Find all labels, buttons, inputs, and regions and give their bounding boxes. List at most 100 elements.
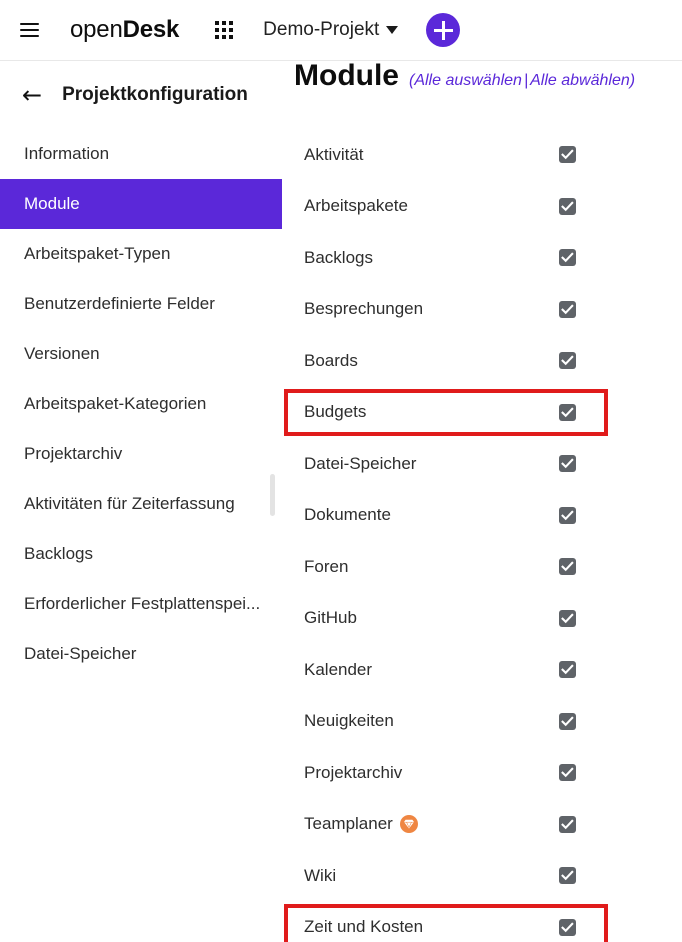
module-label: Arbeitspakete [304, 196, 408, 216]
module-row[interactable]: Arbeitspakete [282, 181, 682, 233]
module-row[interactable]: Teamplaner [282, 799, 682, 851]
sidebar-item-label: Erforderlicher Festplattenspei... [24, 594, 261, 613]
module-name-text: Aktivität [304, 144, 364, 164]
module-row[interactable]: Neuigkeiten [282, 696, 682, 748]
module-checkbox[interactable] [559, 300, 576, 318]
module-row[interactable]: Kalender [282, 644, 682, 696]
module-name-text: Budgets [304, 402, 367, 422]
module-label: Wiki [304, 866, 336, 886]
module-label: Datei-Speicher [304, 454, 416, 474]
brand-light-text: open [70, 16, 123, 43]
sidebar-item-aktivit-ten-f-r-zeiterfassung[interactable]: Aktivitäten für Zeiterfassung [0, 479, 282, 529]
sidebar-item-erforderlicher-festplattenspei[interactable]: Erforderlicher Festplattenspei... [0, 579, 282, 629]
sidebar-item-label: Versionen [24, 344, 100, 363]
links-separator: | [523, 72, 529, 89]
module-row[interactable]: Projektarchiv [282, 747, 682, 799]
module-row[interactable]: Boards [282, 335, 682, 387]
module-checkbox[interactable] [559, 661, 576, 679]
caret-down-icon [386, 26, 399, 34]
hamburger-menu-icon[interactable] [16, 17, 42, 43]
module-checkbox[interactable] [559, 455, 576, 473]
module-checkbox[interactable] [559, 815, 576, 833]
module-checkbox[interactable] [559, 352, 576, 370]
module-row[interactable]: GitHub [282, 593, 682, 645]
sidebar-item-label: Datei-Speicher [24, 644, 137, 663]
module-checkbox[interactable] [559, 867, 576, 885]
module-name-text: Zeit und Kosten [304, 917, 424, 937]
module-name-text: Arbeitspakete [304, 196, 408, 216]
select-all-links: (Alle auswählen | Alle abwählen) [409, 72, 635, 90]
opendesk-logo[interactable]: openDesk [70, 16, 179, 44]
deselect-all-link[interactable]: Alle abwählen) [530, 72, 635, 89]
module-label: Backlogs [304, 248, 373, 268]
sidebar-item-benutzerdefinierte-felder[interactable]: Benutzerdefinierte Felder [0, 279, 282, 329]
module-checkbox[interactable] [559, 506, 576, 524]
arrow-left-icon[interactable]: ← [22, 83, 42, 107]
module-name-text: Kalender [304, 659, 373, 679]
module-row[interactable]: Foren [282, 541, 682, 593]
module-label: Zeit und Kosten [304, 917, 423, 937]
module-label: Neuigkeiten [304, 711, 394, 731]
module-row[interactable]: Besprechungen [282, 284, 682, 336]
module-checkbox[interactable] [559, 918, 576, 936]
main-content: Module (Alle auswählen | Alle abwählen) Ak… [282, 61, 682, 942]
module-row[interactable]: Datei-Speicher [282, 438, 682, 490]
module-row[interactable]: Backlogs [282, 232, 682, 284]
select-all-link[interactable]: (Alle auswählen [409, 72, 522, 89]
module-label: GitHub [304, 608, 357, 628]
add-button[interactable] [426, 13, 461, 47]
module-label: Budgets [304, 402, 366, 422]
sidebar-item-list: Information Module Arbeitspaket-Typen Benut… [0, 129, 282, 679]
sidebar-item-versionen[interactable]: Versionen [0, 329, 282, 379]
sidebar-item-backlogs[interactable]: Backlogs [0, 529, 282, 579]
module-checkbox[interactable] [559, 558, 576, 576]
sidebar-item-arbeitspaket-kategorien[interactable]: Arbeitspaket-Kategorien [0, 379, 282, 429]
module-row[interactable]: Zeit und Kosten [282, 902, 682, 942]
module-name-text: Dokumente [304, 505, 391, 525]
module-name-text: Datei-Speicher [304, 453, 417, 473]
sidebar-item-information[interactable]: Information [0, 129, 282, 179]
project-selector[interactable]: Demo-Projekt [263, 19, 399, 41]
sidebar-item-label: Projektarchiv [24, 444, 123, 463]
module-checkbox[interactable] [559, 403, 576, 421]
module-label: Teamplaner [304, 814, 418, 834]
module-row[interactable]: Dokumente [282, 490, 682, 542]
sidebar-item-label: Arbeitspaket-Kategorien [24, 394, 207, 413]
grid-apps-icon[interactable] [213, 19, 235, 41]
module-row[interactable]: Aktivität [282, 129, 682, 181]
sidebar-item-module[interactable]: Module [0, 179, 282, 229]
page-title: Module [294, 61, 399, 92]
module-checkbox[interactable] [559, 764, 576, 782]
module-checkbox[interactable] [559, 609, 576, 627]
module-name-text: Projektarchiv [304, 762, 403, 782]
sidebar-item-arbeitspaket-typen[interactable]: Arbeitspaket-Typen [0, 229, 282, 279]
sidebar-item-projektarchiv[interactable]: Projektarchiv [0, 429, 282, 479]
module-label: Projektarchiv [304, 763, 402, 783]
module-name-text: Besprechungen [304, 299, 424, 319]
module-name-text: Teamplaner [304, 814, 393, 834]
module-name-text: Backlogs [304, 247, 373, 267]
module-row[interactable]: Wiki [282, 850, 682, 902]
module-label: Besprechungen [304, 299, 423, 319]
brand-bold-text: Desk [122, 16, 180, 43]
top-bar: openDesk Demo-Projekt [0, 0, 682, 61]
module-checkbox[interactable] [559, 197, 576, 215]
sidebar-item-label: Information [24, 144, 110, 163]
module-row[interactable]: Budgets [282, 387, 682, 439]
sidebar-scrollbar-thumb[interactable] [270, 474, 275, 516]
sidebar-item-label: Arbeitspaket-Typen [24, 244, 171, 263]
sidebar-item-datei-speicher[interactable]: Datei-Speicher [0, 629, 282, 679]
module-checkbox[interactable] [559, 712, 576, 730]
app-root: openDesk Demo-Projekt ← Projektkonfigura… [0, 0, 682, 942]
module-checkbox[interactable] [559, 249, 576, 267]
sidebar: ← Projektkonfiguration Information Module… [0, 61, 282, 942]
module-name-text: GitHub [304, 608, 357, 628]
project-name-label: Demo-Projekt [263, 19, 380, 40]
module-name-text: Boards [304, 350, 358, 370]
plus-icon [433, 20, 453, 40]
module-name-text: Foren [304, 556, 349, 576]
sidebar-item-label: Benutzerdefinierte Felder [24, 294, 215, 313]
module-label: Kalender [304, 660, 372, 680]
module-label: Foren [304, 557, 348, 577]
module-checkbox[interactable] [559, 146, 576, 164]
